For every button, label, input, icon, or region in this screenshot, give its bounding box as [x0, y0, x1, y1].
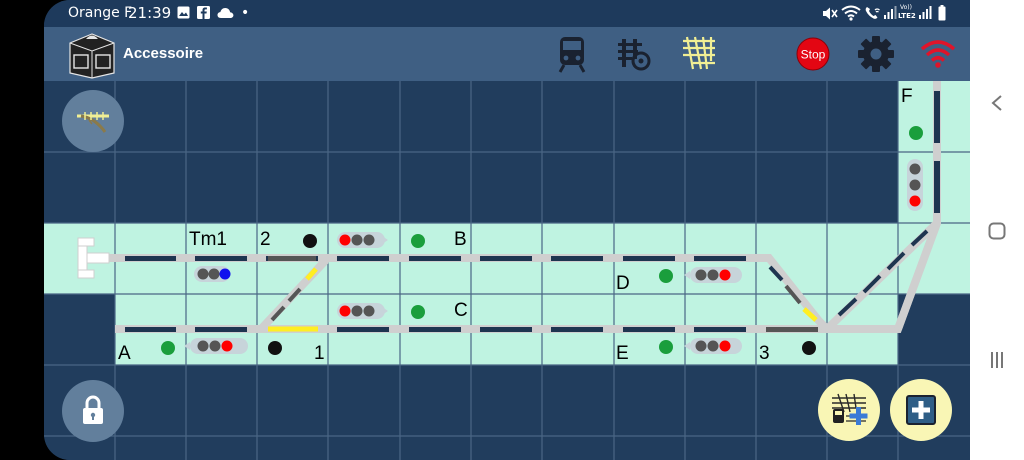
sensor-d[interactable] — [659, 269, 673, 283]
home-icon[interactable] — [988, 222, 1006, 240]
signal-strength-icon-2 — [919, 6, 932, 19]
label-b: B — [454, 229, 467, 250]
track-settings-icon[interactable] — [616, 37, 652, 71]
carrier-name: Orange F — [68, 5, 133, 21]
label-c: C — [454, 300, 468, 321]
back-icon[interactable] — [990, 94, 1004, 112]
label-e: E — [616, 343, 629, 364]
label-tm1: Tm1 — [189, 229, 227, 250]
add-train-to-layout-button[interactable] — [818, 379, 880, 441]
wifi-connection-icon[interactable] — [920, 39, 956, 69]
emergency-stop-icon[interactable]: Stop — [796, 37, 830, 71]
signal-b-track[interactable] — [337, 232, 388, 248]
label-a: A — [118, 343, 131, 364]
wifi-status-icon — [841, 5, 861, 21]
lock-button[interactable] — [62, 380, 124, 442]
label-3: 3 — [759, 343, 770, 364]
recent-apps-icon[interactable] — [989, 351, 1005, 369]
volte-label-bottom: LTE2 — [898, 12, 916, 20]
plus-box-icon — [906, 395, 936, 425]
sensor-b[interactable] — [411, 234, 425, 248]
signal-tm1-track[interactable] — [194, 266, 231, 282]
label-f: F — [901, 86, 913, 107]
lock-icon — [83, 395, 103, 424]
wifi-call-icon — [865, 7, 880, 19]
signal-a-track[interactable] — [184, 338, 248, 354]
train-track-add-icon — [832, 393, 868, 425]
sensor-c[interactable] — [411, 305, 425, 319]
volte-label-top: Vo)) — [900, 4, 912, 11]
label-2: 2 — [260, 229, 271, 250]
label-1: 1 — [314, 343, 325, 364]
app-screen: Orange F 21:39 • Vo)) LTE2 Accessoire St… — [44, 0, 970, 460]
app-toolbar: Accessoire Stop — [44, 27, 970, 81]
sensor-1[interactable] — [268, 341, 282, 355]
cloud-icon — [217, 8, 234, 18]
switch-track-icon — [77, 112, 109, 133]
signal-strength-icon-1 — [884, 6, 897, 19]
mute-icon — [823, 7, 838, 20]
clock: 21:39 — [128, 4, 172, 22]
signal-d-track[interactable] — [684, 267, 742, 283]
facebook-icon — [197, 6, 210, 19]
sensor-a[interactable] — [161, 341, 175, 355]
sensor-e[interactable] — [659, 340, 673, 354]
track-element-palette-button[interactable] — [62, 90, 124, 152]
signal-f-track[interactable] — [907, 159, 923, 211]
railbox-logo[interactable] — [66, 29, 118, 79]
gear-icon[interactable] — [857, 35, 895, 73]
sensor-f[interactable] — [909, 126, 923, 140]
system-navigation-bar — [970, 0, 1024, 460]
page-title: Accessoire — [123, 45, 204, 62]
sensor-2[interactable] — [303, 234, 317, 248]
label-d: D — [616, 273, 630, 294]
track-layout-icon[interactable] — [681, 35, 717, 71]
add-element-button[interactable] — [890, 379, 952, 441]
train-icon[interactable] — [557, 35, 587, 73]
sensor-3[interactable] — [802, 341, 816, 355]
notification-dot: • — [241, 5, 250, 21]
status-bar: Orange F 21:39 • Vo)) LTE2 — [44, 0, 970, 27]
signal-e-track[interactable] — [684, 338, 742, 354]
gallery-icon — [177, 6, 190, 19]
svg-text:Stop: Stop — [801, 48, 826, 62]
battery-icon — [938, 5, 946, 21]
signal-c-track[interactable] — [337, 303, 388, 319]
